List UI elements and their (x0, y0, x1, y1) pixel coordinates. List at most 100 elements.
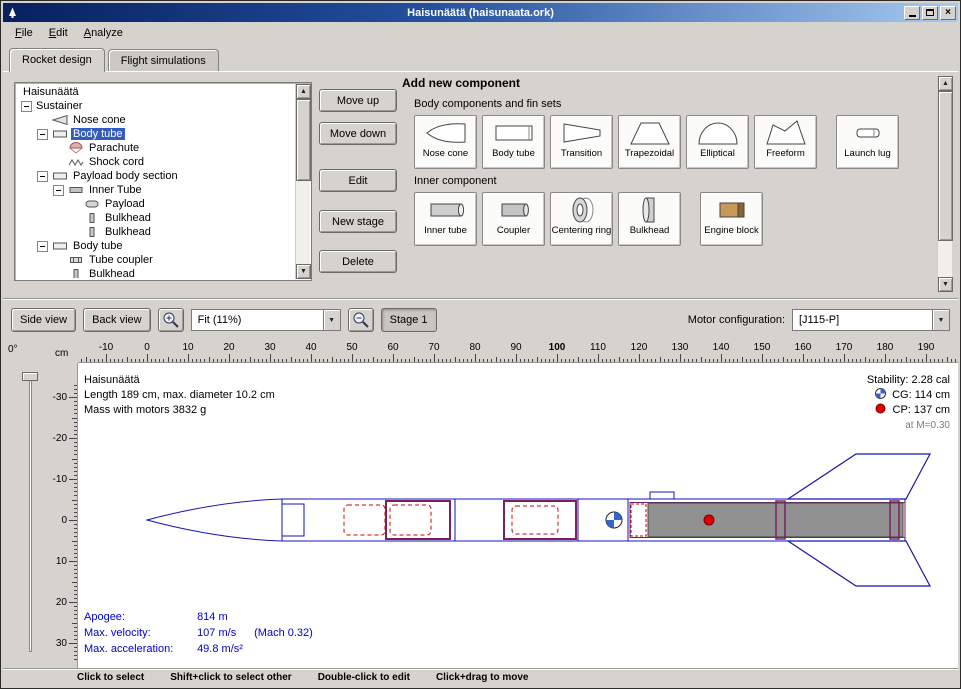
new-stage-button[interactable]: New stage (319, 210, 397, 233)
menu-file[interactable]: File (7, 24, 41, 42)
add-nose-cone-button[interactable]: Nose cone (414, 115, 477, 169)
close-button[interactable]: × (940, 6, 956, 20)
add-elliptical-fin-button[interactable]: Elliptical (686, 115, 749, 169)
payload-icon (84, 198, 100, 210)
add-freeform-fin-button[interactable]: Freeform (754, 115, 817, 169)
body-tube-icon (492, 118, 536, 148)
collapse-toggle-icon[interactable] (21, 101, 32, 112)
move-up-button[interactable]: Move up (319, 89, 397, 112)
ruler-corner: 0° cm (3, 341, 78, 363)
tree-item-nose-cone[interactable]: Nose cone (17, 113, 294, 127)
app-window: Haisunäätä (haisunaata.ork) × File Edit … (0, 0, 961, 689)
add-inner-tube-button[interactable]: Inner tube (414, 192, 477, 246)
move-down-button[interactable]: Move down (319, 122, 397, 145)
tree-item-bulkhead[interactable]: Bulkhead (17, 211, 294, 225)
add-centering-ring-button[interactable]: Centering ring (550, 192, 613, 246)
add-body-tube-button[interactable]: Body tube (482, 115, 545, 169)
centering-ring-icon (560, 195, 604, 225)
tree-scrollbar[interactable]: ▲ ▼ (295, 84, 310, 279)
chevron-down-icon[interactable]: ▼ (323, 310, 340, 330)
nose-cone-icon (52, 114, 68, 126)
view-toolbar: Side view Back view Fit (11%) ▼ Stage 1 … (3, 299, 958, 341)
zoom-out-icon (352, 311, 370, 329)
collapse-toggle-icon[interactable] (37, 171, 48, 182)
tree-actions: Move up Move down Edit New stage Delete (319, 89, 397, 273)
stability-info: Stability: 2.28 cal CG: 114 cm CP: 137 c… (867, 373, 950, 433)
menu-analyze[interactable]: Analyze (76, 24, 131, 42)
maximize-button[interactable] (922, 6, 938, 20)
inner-component-label: Inner component (414, 175, 952, 187)
scroll-down-icon[interactable]: ▼ (296, 264, 311, 279)
tree-item-body-tube[interactable]: Body tube (17, 127, 294, 141)
rotation-slider-handle[interactable] (22, 372, 38, 381)
zoom-select[interactable]: Fit (11%) ▼ (191, 309, 341, 331)
menu-edit[interactable]: Edit (41, 24, 76, 42)
bulkhead-icon (84, 226, 100, 238)
tree-item-inner-tube[interactable]: Inner Tube (17, 183, 294, 197)
rocket-canvas[interactable]: Haisunäätä Length 189 cm, max. diameter … (78, 363, 958, 668)
scroll-down-icon[interactable]: ▼ (938, 277, 953, 292)
cg-marker (606, 512, 622, 528)
zoom-out-button[interactable] (348, 308, 374, 332)
zoom-in-icon (162, 311, 180, 329)
rocket-dimensions: Length 189 cm, max. diameter 10.2 cm (84, 388, 275, 403)
tree-item-body-tube-2[interactable]: Body tube (17, 239, 294, 253)
rocket-mass: Mass with motors 3832 g (84, 403, 275, 418)
motor-configuration-select[interactable]: [J115-P] ▼ (792, 309, 950, 331)
max-acceleration-label: Max. acceleration: (84, 641, 194, 657)
apogee-label: Apogee: (84, 609, 194, 625)
tree-item-bulkhead-3[interactable]: Bulkhead (17, 267, 294, 278)
max-velocity-label: Max. velocity: (84, 625, 194, 641)
chevron-down-icon[interactable]: ▼ (932, 310, 949, 330)
tree-item-payload-body-section[interactable]: Payload body section (17, 169, 294, 183)
back-view-button[interactable]: Back view (83, 308, 151, 332)
add-coupler-button[interactable]: Coupler (482, 192, 545, 246)
collapse-toggle-icon[interactable] (37, 129, 48, 140)
add-trapezoidal-fin-button[interactable]: Trapezoidal (618, 115, 681, 169)
scroll-up-icon[interactable]: ▲ (296, 84, 311, 99)
zoom-in-button[interactable] (158, 308, 184, 332)
tab-flight-simulations[interactable]: Flight simulations (108, 49, 219, 71)
collapse-toggle-icon[interactable] (37, 241, 48, 252)
maximize-icon (926, 9, 934, 16)
add-engine-block-button[interactable]: Engine block (700, 192, 763, 246)
tree-item-tube-coupler[interactable]: Tube coupler (17, 253, 294, 267)
cp-value: 137 cm (914, 404, 950, 416)
delete-button[interactable]: Delete (319, 250, 397, 273)
max-velocity-mach: (Mach 0.32) (254, 627, 313, 639)
add-component-title: Add new component (402, 76, 952, 90)
hint-double-click: Double-click to edit (318, 672, 410, 683)
inner-tube-icon (68, 184, 84, 196)
collapse-toggle-icon[interactable] (53, 185, 64, 196)
zoom-value: Fit (11%) (192, 314, 323, 326)
inner-tube-icon (424, 195, 468, 225)
scroll-up-icon[interactable]: ▲ (938, 76, 953, 91)
stage-1-toggle[interactable]: Stage 1 (381, 308, 437, 332)
rotation-slider-track[interactable] (29, 377, 32, 652)
max-velocity-value: 107 m/s (197, 625, 251, 641)
titlebar[interactable]: Haisunäätä (haisunaata.ork) × (3, 3, 958, 22)
scrollbar-thumb[interactable] (296, 99, 311, 181)
parachute-icon (68, 142, 84, 154)
hint-click-select: Click to select (77, 672, 144, 683)
scrollbar-thumb[interactable] (938, 91, 953, 241)
add-transition-button[interactable]: Transition (550, 115, 613, 169)
add-panel-scrollbar[interactable]: ▲ ▼ (937, 76, 952, 292)
minimize-button[interactable] (904, 6, 920, 20)
edit-button[interactable]: Edit (319, 169, 397, 192)
hint-click-drag: Click+drag to move (436, 672, 529, 683)
tree-item-shock-cord[interactable]: Shock cord (17, 155, 294, 169)
statusbar: Click to select Shift+click to select ot… (3, 668, 958, 686)
add-bulkhead-button[interactable]: Bulkhead (618, 192, 681, 246)
tree-item-bulkhead[interactable]: Bulkhead (17, 225, 294, 239)
mach-note: at M=0.30 (867, 418, 950, 433)
tree-item-rocket[interactable]: Haisunäätä (17, 85, 294, 99)
freeform-fin-icon (764, 118, 808, 148)
tab-rocket-design[interactable]: Rocket design (9, 48, 105, 72)
app-icon (5, 5, 20, 20)
add-launch-lug-button[interactable]: Launch lug (836, 115, 899, 169)
tree-item-parachute[interactable]: Parachute (17, 141, 294, 155)
side-view-button[interactable]: Side view (11, 308, 76, 332)
tree-item-payload[interactable]: Payload (17, 197, 294, 211)
tree-item-sustainer[interactable]: Sustainer (17, 99, 294, 113)
